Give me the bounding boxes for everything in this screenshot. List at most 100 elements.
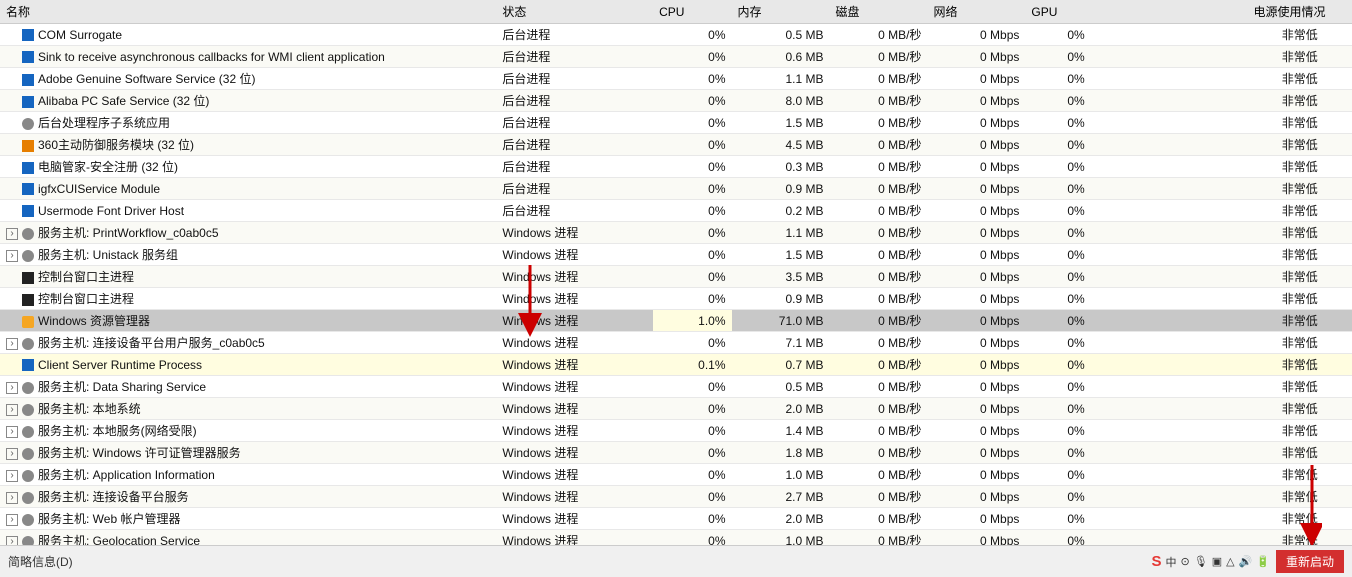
process-name-cell: Client Server Runtime Process bbox=[0, 354, 496, 376]
process-power: 非常低 bbox=[1247, 288, 1352, 310]
table-row[interactable]: 360主动防御服务模块 (32 位)后台进程0%4.5 MB0 MB/秒0 Mb… bbox=[0, 134, 1352, 156]
process-mem: 2.0 MB bbox=[732, 508, 830, 530]
process-power: 非常低 bbox=[1247, 486, 1352, 508]
expand-arrow[interactable]: › bbox=[6, 426, 18, 438]
tray-icon-s: S bbox=[1152, 553, 1162, 570]
expand-arrow[interactable]: › bbox=[6, 492, 18, 504]
process-gpu: 0% bbox=[1025, 244, 1090, 266]
process-power: 非常低 bbox=[1247, 24, 1352, 46]
process-power: 非常低 bbox=[1247, 178, 1352, 200]
table-row[interactable]: ›服务主机: Geolocation ServiceWindows 进程0%1.… bbox=[0, 530, 1352, 546]
col-header-net[interactable]: 网络 bbox=[927, 0, 1025, 24]
process-name-text: 服务主机: 本地系统 bbox=[38, 402, 141, 416]
col-header-disk[interactable]: 磁盘 bbox=[829, 0, 927, 24]
expand-arrow[interactable]: › bbox=[6, 382, 18, 394]
table-row[interactable]: ›服务主机: Unistack 服务组Windows 进程0%1.5 MB0 M… bbox=[0, 244, 1352, 266]
expand-arrow[interactable]: › bbox=[6, 470, 18, 482]
process-mem: 1.1 MB bbox=[732, 222, 830, 244]
col-header-gpu[interactable]: GPU bbox=[1025, 0, 1090, 24]
table-row[interactable]: Client Server Runtime ProcessWindows 进程0… bbox=[0, 354, 1352, 376]
statusbar-right: S 中 ⊙ 🎙 ▣ △ 🔊 🔋 重新启动 bbox=[1152, 550, 1345, 573]
process-net: 0 Mbps bbox=[927, 68, 1025, 90]
process-disk: 0 MB/秒 bbox=[829, 288, 927, 310]
process-name-text: 服务主机: Application Information bbox=[38, 468, 215, 482]
table-row[interactable]: igfxCUIService Module后台进程0%0.9 MB0 MB/秒0… bbox=[0, 178, 1352, 200]
process-net: 0 Mbps bbox=[927, 222, 1025, 244]
process-cpu: 0% bbox=[653, 442, 731, 464]
process-cpu: 0% bbox=[653, 222, 731, 244]
process-icon bbox=[22, 338, 34, 350]
process-name-cell: › 服务主机: Application Information bbox=[0, 464, 496, 486]
process-mem: 2.7 MB bbox=[732, 486, 830, 508]
process-mem: 0.2 MB bbox=[732, 200, 830, 222]
process-name-cell: Usermode Font Driver Host bbox=[0, 200, 496, 222]
table-row[interactable]: Adobe Genuine Software Service (32 位)后台进… bbox=[0, 68, 1352, 90]
table-row[interactable]: ›服务主机: 连接设备平台服务Windows 进程0%2.7 MB0 MB/秒0… bbox=[0, 486, 1352, 508]
col-header-type[interactable]: 状态 bbox=[496, 0, 653, 24]
process-icon bbox=[22, 426, 34, 438]
process-net: 0 Mbps bbox=[927, 376, 1025, 398]
process-disk: 0 MB/秒 bbox=[829, 486, 927, 508]
table-row[interactable]: Windows 资源管理器Windows 进程1.0%71.0 MB0 MB/秒… bbox=[0, 310, 1352, 332]
table-row[interactable]: ›服务主机: Windows 许可证管理器服务Windows 进程0%1.8 M… bbox=[0, 442, 1352, 464]
tray-icon-speaker: 🔊 bbox=[1239, 555, 1253, 568]
table-row[interactable]: 电脑管家-安全注册 (32 位)后台进程0%0.3 MB0 MB/秒0 Mbps… bbox=[0, 156, 1352, 178]
process-name-cell: ›服务主机: 连接设备平台服务 bbox=[0, 486, 496, 508]
process-gpu: 0% bbox=[1025, 354, 1090, 376]
process-name-text: 控制台窗口主进程 bbox=[38, 270, 134, 284]
process-icon bbox=[22, 492, 34, 504]
col-header-name[interactable]: 名称 bbox=[0, 0, 496, 24]
restart-button[interactable]: 重新启动 bbox=[1276, 550, 1344, 573]
expand-arrow[interactable]: › bbox=[6, 448, 18, 460]
col-header-empty bbox=[1091, 0, 1248, 24]
process-net: 0 Mbps bbox=[927, 354, 1025, 376]
tray-icon-signal: ⊙ bbox=[1181, 555, 1190, 568]
table-row[interactable]: 控制台窗口主进程Windows 进程0%0.9 MB0 MB/秒0 Mbps0%… bbox=[0, 288, 1352, 310]
table-row[interactable]: ›服务主机: Data Sharing ServiceWindows 进程0%0… bbox=[0, 376, 1352, 398]
table-row[interactable]: 后台处理程序子系统应用后台进程0%1.5 MB0 MB/秒0 Mbps0%非常低 bbox=[0, 112, 1352, 134]
process-icon bbox=[22, 448, 34, 460]
process-disk: 0 MB/秒 bbox=[829, 310, 927, 332]
process-gpu: 0% bbox=[1025, 24, 1090, 46]
table-row[interactable]: ›服务主机: Web 帐户管理器Windows 进程0%2.0 MB0 MB/秒… bbox=[0, 508, 1352, 530]
process-name-cell: Windows 资源管理器 bbox=[0, 310, 496, 332]
process-type: 后台进程 bbox=[496, 112, 653, 134]
expand-arrow[interactable]: › bbox=[6, 250, 18, 262]
table-row[interactable]: ›服务主机: 本地系统Windows 进程0%2.0 MB0 MB/秒0 Mbp… bbox=[0, 398, 1352, 420]
table-row[interactable]: ›服务主机: PrintWorkflow_c0ab0c5Windows 进程0%… bbox=[0, 222, 1352, 244]
process-extra bbox=[1091, 398, 1248, 420]
col-header-cpu[interactable]: CPU bbox=[653, 0, 731, 24]
col-header-power[interactable]: 电源使用情况 bbox=[1247, 0, 1352, 24]
table-row[interactable]: Usermode Font Driver Host后台进程0%0.2 MB0 M… bbox=[0, 200, 1352, 222]
process-disk: 0 MB/秒 bbox=[829, 68, 927, 90]
table-row[interactable]: ›服务主机: Application InformationWindows 进程… bbox=[0, 464, 1352, 486]
process-type: 后台进程 bbox=[496, 24, 653, 46]
process-name-text: 360主动防御服务模块 (32 位) bbox=[38, 138, 194, 152]
process-extra bbox=[1091, 200, 1248, 222]
process-disk: 0 MB/秒 bbox=[829, 530, 927, 546]
table-row[interactable]: Sink to receive asynchronous callbacks f… bbox=[0, 46, 1352, 68]
table-row[interactable]: ›服务主机: 本地服务(网络受限)Windows 进程0%1.4 MB0 MB/… bbox=[0, 420, 1352, 442]
process-name-cell: ›服务主机: Web 帐户管理器 bbox=[0, 508, 496, 530]
table-row[interactable]: COM Surrogate后台进程0%0.5 MB0 MB/秒0 Mbps0%非… bbox=[0, 24, 1352, 46]
process-power: 非常低 bbox=[1247, 464, 1352, 486]
expand-arrow[interactable]: › bbox=[6, 536, 18, 545]
table-row[interactable]: Alibaba PC Safe Service (32 位)后台进程0%8.0 … bbox=[0, 90, 1352, 112]
table-row[interactable]: 控制台窗口主进程Windows 进程0%3.5 MB0 MB/秒0 Mbps0%… bbox=[0, 266, 1352, 288]
process-power: 非常低 bbox=[1247, 398, 1352, 420]
process-name-cell: COM Surrogate bbox=[0, 24, 496, 46]
process-net: 0 Mbps bbox=[927, 486, 1025, 508]
process-name-text: igfxCUIService Module bbox=[38, 182, 160, 196]
expand-arrow[interactable]: › bbox=[6, 338, 18, 350]
process-cpu: 0% bbox=[653, 464, 731, 486]
process-type: Windows 进程 bbox=[496, 288, 653, 310]
expand-arrow[interactable]: › bbox=[6, 404, 18, 416]
process-net: 0 Mbps bbox=[927, 420, 1025, 442]
statusbar-label[interactable]: 简略信息(D) bbox=[8, 553, 73, 570]
expand-arrow[interactable]: › bbox=[6, 228, 18, 240]
process-gpu: 0% bbox=[1025, 288, 1090, 310]
expand-arrow[interactable]: › bbox=[6, 514, 18, 526]
col-header-mem[interactable]: 内存 bbox=[732, 0, 830, 24]
process-net: 0 Mbps bbox=[927, 266, 1025, 288]
table-row[interactable]: ›服务主机: 连接设备平台用户服务_c0ab0c5Windows 进程0%7.1… bbox=[0, 332, 1352, 354]
